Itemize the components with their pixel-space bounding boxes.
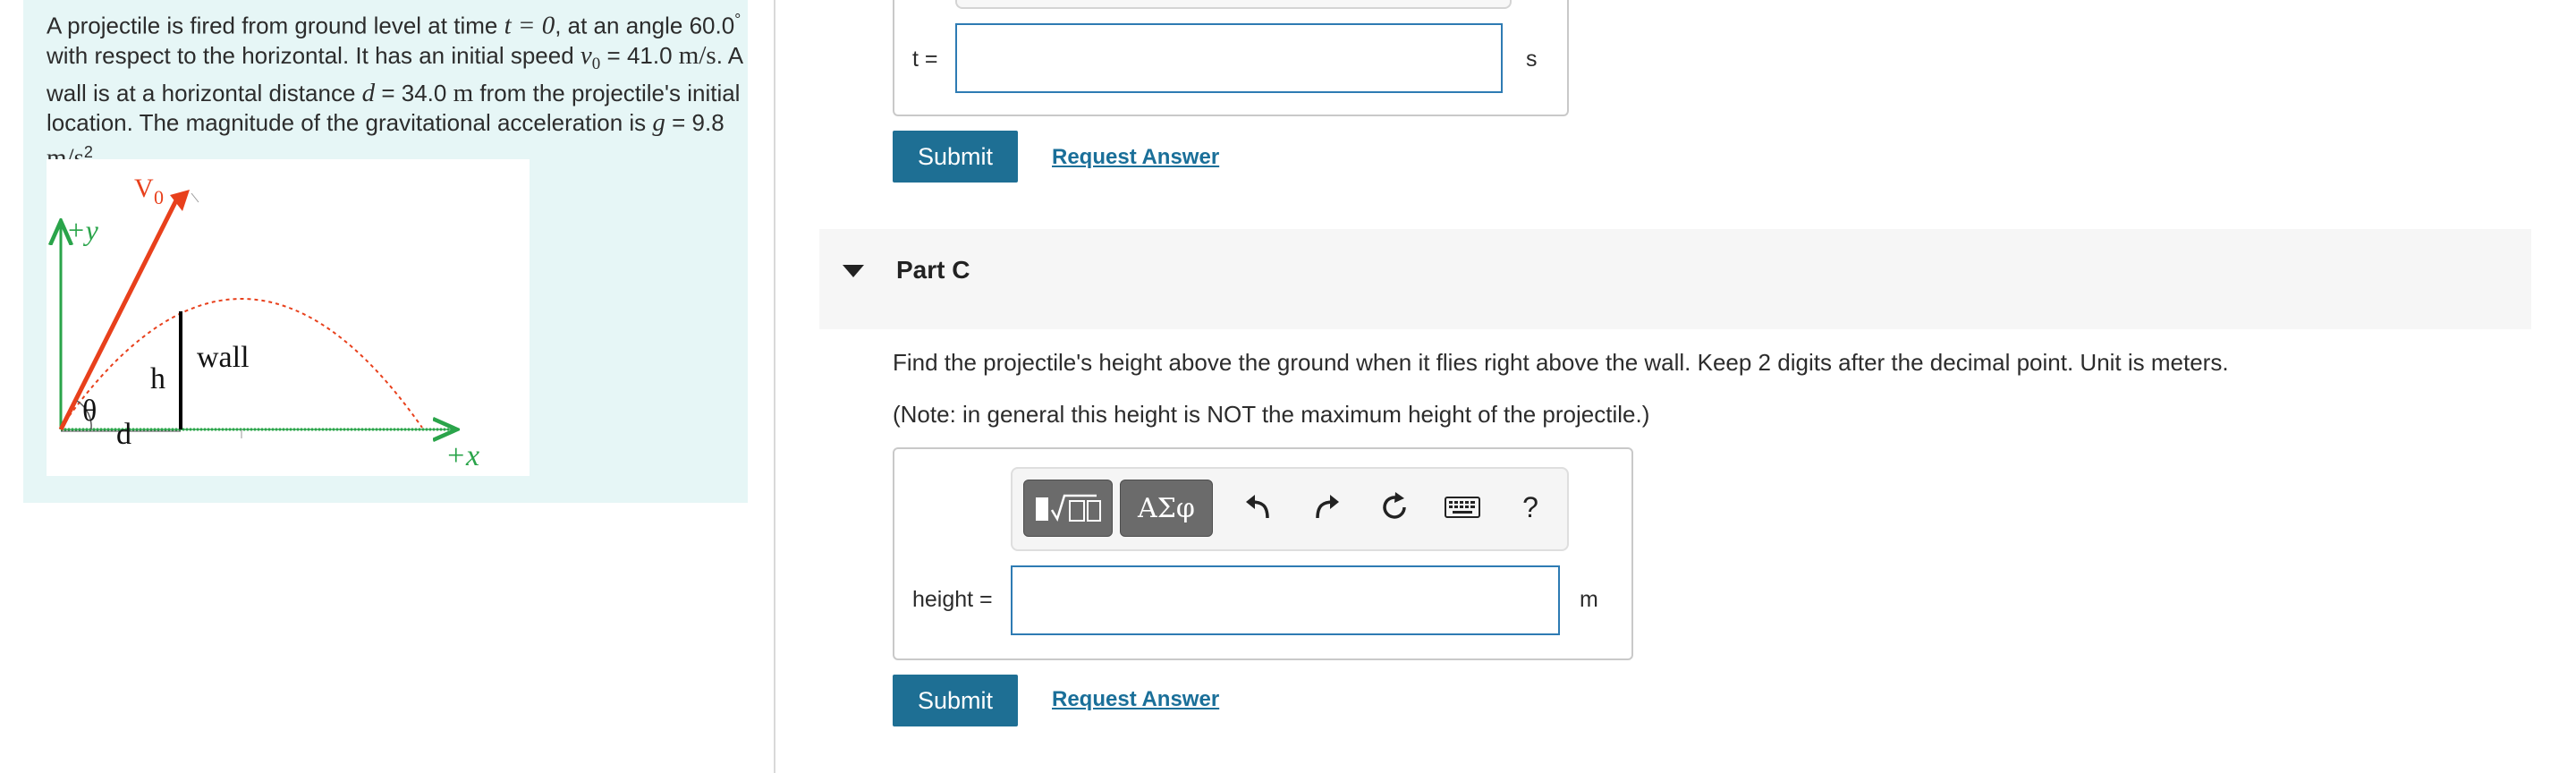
time-equation: t = 0 <box>504 11 555 40</box>
sqrt-template-icon <box>1036 494 1101 522</box>
problem-statement: A projectile is fired from ground level … <box>47 11 742 173</box>
part-c-title: Part C <box>896 256 970 284</box>
projectile-diagram-svg: V 0 +y +x θ d h wall <box>47 174 479 472</box>
part-b-submit-button[interactable]: Submit <box>893 131 1018 183</box>
x-axis-label: +x <box>445 439 479 472</box>
wall-label: wall <box>197 341 250 374</box>
column-divider <box>774 0 775 773</box>
reset-icon[interactable] <box>1372 485 1417 530</box>
angle-value: 60.0 <box>689 12 735 39</box>
part-c-field-label: height = <box>912 587 993 612</box>
help-button[interactable]: ? <box>1508 485 1553 530</box>
time-answer-input[interactable] <box>955 23 1503 93</box>
symbols-button[interactable]: ΑΣφ <box>1120 480 1213 537</box>
height-answer-input[interactable] <box>1011 565 1560 635</box>
part-c-request-answer-link[interactable]: Request Answer <box>1052 687 1219 712</box>
svg-text:0: 0 <box>154 186 164 208</box>
part-c-header[interactable]: Part C <box>819 229 2531 329</box>
theta-label: θ <box>82 395 97 428</box>
part-b-field-label: t = <box>912 47 938 72</box>
part-b-unit: s <box>1526 47 1538 72</box>
v0-label: V <box>134 174 154 203</box>
projectile-diagram: V 0 +y +x θ d h wall <box>47 159 530 476</box>
redo-icon[interactable] <box>1304 485 1349 530</box>
part-c-question: Find the projectile's height above the g… <box>893 349 2229 376</box>
part-c-unit: m <box>1580 587 1598 612</box>
part-b-request-answer-link[interactable]: Request Answer <box>1052 145 1219 170</box>
undo-icon[interactable] <box>1236 485 1281 530</box>
gravity-value: = 9.8 <box>665 108 724 136</box>
part-c-submit-button[interactable]: Submit <box>893 675 1018 726</box>
problem-panel: A projectile is fired from ground level … <box>23 0 748 503</box>
speed-value: 41.0 <box>626 41 673 69</box>
distance-value: = 34.0 <box>375 79 453 106</box>
keyboard-icon[interactable] <box>1440 485 1485 530</box>
math-toolbar: ΑΣφ ? <box>1011 467 1569 551</box>
d-label: d <box>116 418 131 451</box>
templates-button[interactable] <box>1023 480 1113 537</box>
part-c-note: (Note: in general this height is NOT the… <box>893 401 1650 428</box>
part-b-toolbar-edge <box>955 0 1512 9</box>
y-axis-label: +y <box>66 214 99 246</box>
chevron-down-icon[interactable] <box>843 265 864 277</box>
h-label: h <box>150 362 165 395</box>
